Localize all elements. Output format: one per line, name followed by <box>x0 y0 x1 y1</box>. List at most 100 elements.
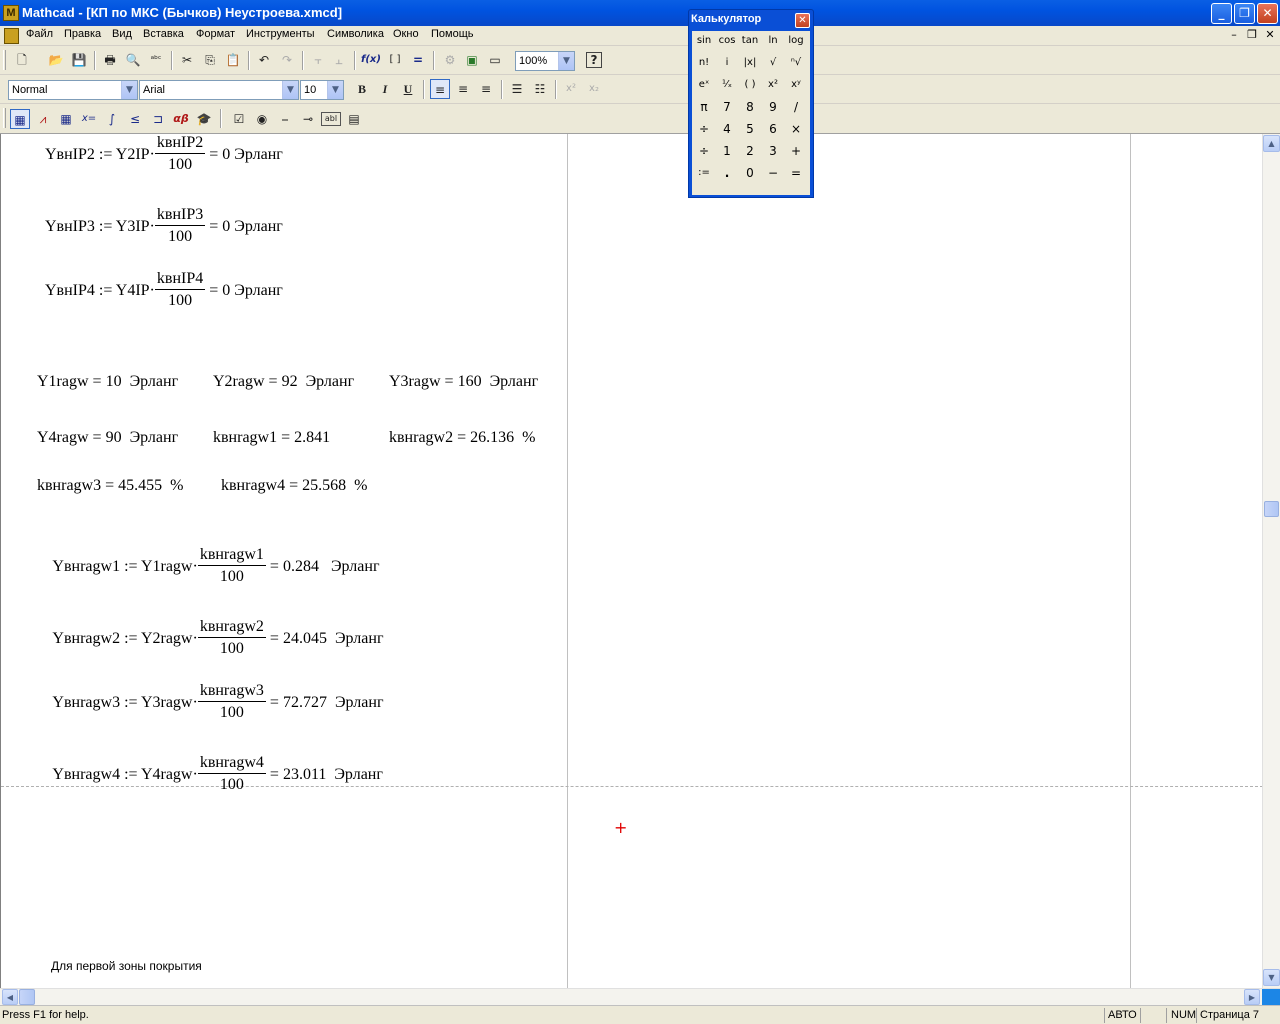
scroll-down-icon[interactable]: ▼ <box>1263 969 1280 986</box>
superscript-button[interactable]: x² <box>561 79 581 99</box>
radio-control-icon[interactable]: ◉ <box>252 109 272 129</box>
menu-file[interactable]: Файл <box>24 28 55 40</box>
paste-icon[interactable]: 📋 <box>223 50 243 70</box>
menu-symbolics[interactable]: Символика <box>325 28 386 40</box>
zoom-select[interactable]: 100% ▼ <box>515 51 575 71</box>
math-region[interactable]: Y1ragw = 10 Эрланг <box>37 372 178 392</box>
calc-pi-button[interactable]: π <box>693 97 715 117</box>
resource-icon[interactable]: ⚙ <box>440 50 460 70</box>
programming-toolbar-icon[interactable]: ⊐ <box>148 109 168 129</box>
help-icon[interactable]: ? <box>586 52 602 68</box>
calc-7-button[interactable]: 7 <box>716 97 738 117</box>
calc-plus-button[interactable]: + <box>785 141 807 161</box>
size-select[interactable]: 10 ▼ <box>300 80 344 100</box>
graph-toolbar-icon[interactable]: ⩘ <box>33 109 53 129</box>
push-button-control-icon[interactable]: ⎯ <box>275 109 295 129</box>
size-grip[interactable] <box>1262 989 1280 1005</box>
math-region[interactable]: YвнIP2 := Y2IP· kвнIP2 100 = 0 Эрланг <box>45 134 283 177</box>
toolbar-grip[interactable] <box>3 108 6 128</box>
calc-decimal-button[interactable]: . <box>716 163 738 183</box>
calc-minus-button[interactable]: − <box>762 163 784 183</box>
scroll-up-icon[interactable]: ▲ <box>1263 135 1280 152</box>
restore-button[interactable]: ❐ <box>1234 3 1255 24</box>
matrix-toolbar-icon[interactable]: ▦ <box>56 109 76 129</box>
calc-multiply-button[interactable]: × <box>785 119 807 139</box>
insert-unit-icon[interactable]: [ ] <box>385 50 405 70</box>
menu-tools[interactable]: Инструменты <box>244 28 317 40</box>
open-icon[interactable]: 📂 <box>46 50 66 70</box>
text-region[interactable]: Для первой зоны покрытия <box>51 959 202 973</box>
style-select[interactable]: Normal ▼ <box>8 80 138 100</box>
cut-icon[interactable]: ✂ <box>177 50 197 70</box>
copy-icon[interactable]: ⎘ <box>200 50 220 70</box>
greek-toolbar-icon[interactable]: αβ <box>171 109 191 129</box>
align-bottom-icon[interactable]: ⫠ <box>329 50 349 70</box>
calculate-icon[interactable]: = <box>408 50 428 70</box>
chevron-down-icon[interactable]: ▼ <box>558 52 574 70</box>
align-center-button[interactable]: ≡ <box>453 79 473 99</box>
subscript-button[interactable]: x₂ <box>584 79 604 99</box>
calc-exp-button[interactable]: eˣ <box>693 75 715 95</box>
calc-imaginary-button[interactable]: i <box>716 53 738 73</box>
print-preview-icon[interactable]: 🔍 <box>123 50 143 70</box>
symbolic-toolbar-icon[interactable]: 🎓 <box>194 109 214 129</box>
bold-button[interactable]: B <box>352 79 372 99</box>
italic-button[interactable]: I <box>375 79 395 99</box>
menu-view[interactable]: Вид <box>110 28 134 40</box>
chevron-down-icon[interactable]: ▼ <box>327 81 343 99</box>
document-icon[interactable] <box>4 28 19 44</box>
math-region[interactable]: kвнragw3 = 45.455 % <box>37 476 183 496</box>
calc-factorial-button[interactable]: n! <box>693 53 715 73</box>
mdi-minimize-button[interactable]: – <box>1226 28 1242 42</box>
undo-icon[interactable]: ↶ <box>254 50 274 70</box>
boolean-toolbar-icon[interactable]: ≤ <box>125 109 145 129</box>
calculus-toolbar-icon[interactable]: ∫ <box>102 109 122 129</box>
font-select[interactable]: Arial ▼ <box>139 80 299 100</box>
align-top-icon[interactable]: ⫟ <box>308 50 328 70</box>
calc-2-button[interactable]: 2 <box>739 141 761 161</box>
component-icon[interactable]: ▣ <box>462 50 482 70</box>
math-region[interactable]: Y3ragw = 160 Эрланг <box>389 372 538 392</box>
calc-sqrt-button[interactable]: √ <box>762 53 784 73</box>
math-region[interactable]: Y2ragw = 92 Эрланг <box>213 372 354 392</box>
menu-insert[interactable]: Вставка <box>141 28 186 40</box>
calc-5-button[interactable]: 5 <box>739 119 761 139</box>
region-icon[interactable]: ▭ <box>485 50 505 70</box>
calc-parentheses-button[interactable]: ( ) <box>739 75 761 95</box>
close-icon[interactable]: ✕ <box>795 13 810 28</box>
calc-4-button[interactable]: 4 <box>716 119 738 139</box>
scroll-thumb[interactable] <box>19 989 35 1005</box>
new-icon[interactable]: 🗋 <box>12 50 32 70</box>
calc-power-button[interactable]: xʸ <box>785 75 807 95</box>
math-region[interactable]: YвнIP3 := Y3IP· kвнIP3 100 = 0 Эрланг <box>45 206 283 249</box>
calc-0-button[interactable]: 0 <box>739 163 761 183</box>
calc-ln-button[interactable]: ln <box>762 31 784 51</box>
calc-1-button[interactable]: 1 <box>716 141 738 161</box>
math-region[interactable]: Yвнragw1 := Y1ragw· kвнragw1 100 = 0.284 Э… <box>37 526 379 609</box>
slider-control-icon[interactable]: ⊸ <box>298 109 318 129</box>
calc-6-button[interactable]: 6 <box>762 119 784 139</box>
math-region[interactable]: Yвнragw4 := Y4ragw· kвнragw4 100 = 23.011 … <box>37 734 383 817</box>
minimize-button[interactable]: _ <box>1211 3 1232 24</box>
calc-nth-root-button[interactable]: ⁿ√ <box>785 53 807 73</box>
calc-sin-button[interactable]: sin <box>693 31 715 51</box>
mdi-close-button[interactable]: ✕ <box>1262 28 1278 42</box>
calc-fraction-button[interactable]: ÷ <box>693 119 715 139</box>
textbox-control-icon[interactable]: abl <box>321 112 341 126</box>
scroll-thumb[interactable] <box>1264 501 1279 517</box>
toolbar-grip[interactable] <box>3 50 6 70</box>
calc-log-button[interactable]: log <box>785 31 807 51</box>
math-region[interactable]: kвнragw4 = 25.568 % <box>221 476 367 496</box>
calc-square-button[interactable]: x² <box>762 75 784 95</box>
calculator-toolbar-icon[interactable]: ▦ <box>10 109 30 129</box>
calc-9-button[interactable]: 9 <box>762 97 784 117</box>
scroll-left-icon[interactable]: ◀ <box>2 989 18 1005</box>
calc-equals-button[interactable]: = <box>785 163 807 183</box>
calc-reciprocal-button[interactable]: ¹⁄ₓ <box>716 75 738 95</box>
calc-slash-button[interactable]: / <box>785 97 807 117</box>
math-region[interactable]: YвнIP4 := Y4IP· kвнIP4 100 = 0 Эрланг <box>45 270 283 313</box>
menu-help[interactable]: Помощь <box>429 28 476 40</box>
calc-define-button[interactable]: := <box>693 163 715 183</box>
menu-edit[interactable]: Правка <box>62 28 103 40</box>
chevron-down-icon[interactable]: ▼ <box>121 81 137 99</box>
